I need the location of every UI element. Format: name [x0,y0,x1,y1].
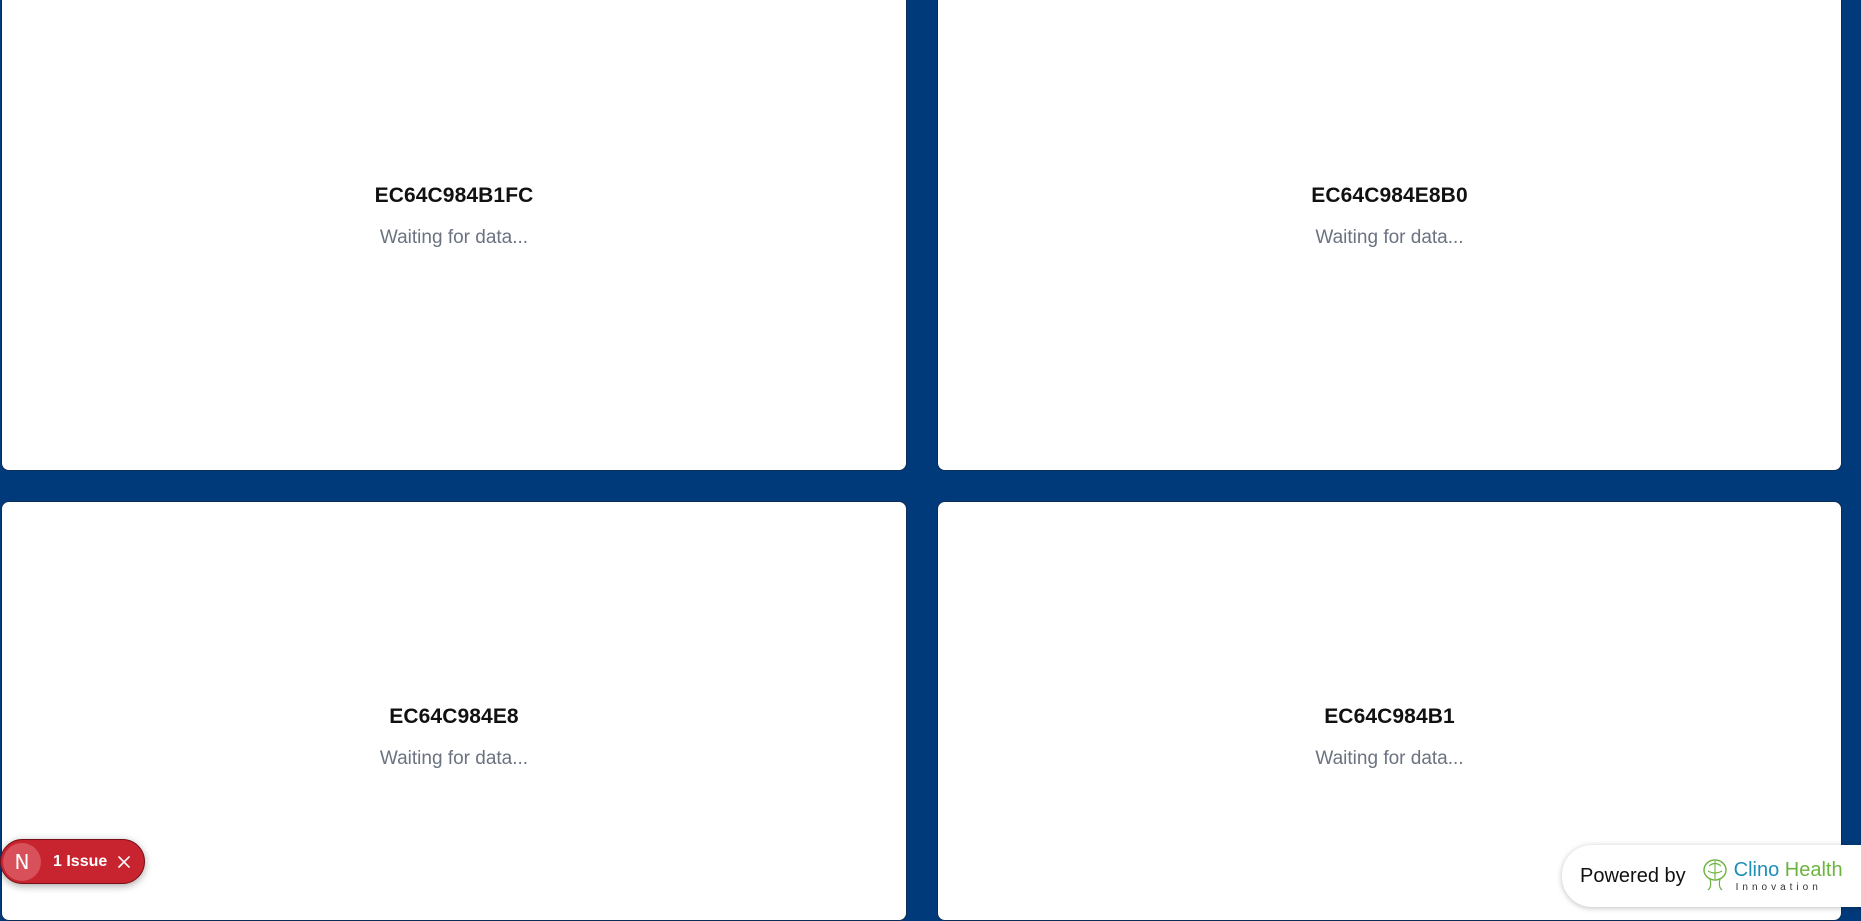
device-card[interactable]: EC64C984E8B0 Waiting for data... [937,0,1842,471]
device-card-content: EC64C984B1 Waiting for data... [938,705,1841,770]
device-card-content: EC64C984E8 Waiting for data... [2,705,906,770]
device-card-content: EC64C984E8B0 Waiting for data... [938,184,1841,249]
device-status: Waiting for data... [379,748,529,769]
logo-wordmark: Clino Health [1734,860,1843,880]
powered-by-label: Powered by [1580,864,1686,887]
device-status: Waiting for data... [379,227,529,248]
device-id: EC64C984B1 [1324,705,1455,728]
device-status: Waiting for data... [1315,748,1464,769]
device-id: EC64C984E8 [389,705,519,728]
device-id: EC64C984E8B0 [1311,184,1468,207]
nextjs-logo-icon: N [3,842,41,881]
issues-count-label[interactable]: 1 Issue [53,853,107,871]
issues-badge[interactable]: N 1 Issue [0,839,145,884]
logo-name-clino: Clino [1733,858,1780,881]
close-icon[interactable] [117,855,131,869]
device-card[interactable]: EC64C984B1FC Waiting for data... [1,0,907,471]
logo-tagline: Innovation [1735,881,1822,893]
brain-icon [1700,857,1730,896]
device-id: EC64C984B1FC [374,184,534,207]
device-status: Waiting for data... [1315,227,1464,248]
powered-by-footer: Powered by Clino Health Innovation [1562,845,1861,907]
device-card-content: EC64C984B1FC Waiting for data... [2,184,906,249]
device-grid: EC64C984B1FC Waiting for data... EC64C98… [0,0,1861,921]
clino-health-logo[interactable]: Clino Health Innovation [1700,857,1843,896]
logo-name-health: Health [1784,858,1843,881]
